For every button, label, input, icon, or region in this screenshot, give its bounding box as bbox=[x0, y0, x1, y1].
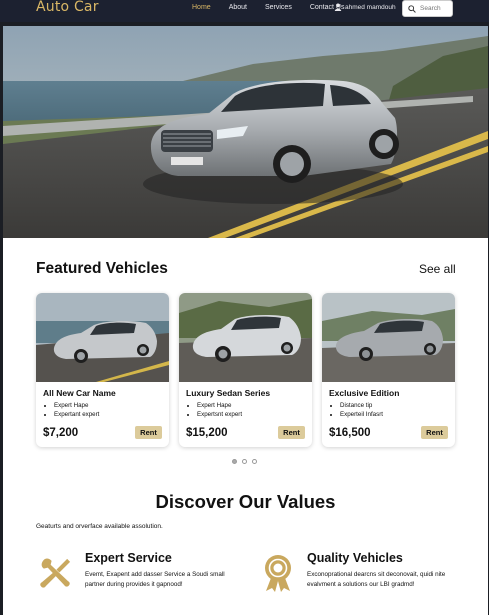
carousel-dot[interactable] bbox=[252, 459, 257, 464]
search-icon bbox=[408, 4, 416, 13]
user-menu[interactable]: ahmed mamdouh bbox=[334, 3, 396, 11]
vehicle-image bbox=[322, 293, 455, 382]
search-box[interactable] bbox=[402, 0, 453, 17]
hero-banner bbox=[3, 26, 488, 238]
vehicle-price: $15,200 bbox=[186, 427, 228, 439]
vehicle-features: Distance tip Experteil Infasrt bbox=[340, 401, 383, 419]
feature-item: Experteil Infasrt bbox=[340, 410, 383, 419]
nav-services[interactable]: Services bbox=[265, 4, 292, 11]
value-title: Quality Vehicles bbox=[307, 551, 403, 565]
feature-item: Distance tip bbox=[340, 401, 383, 410]
value-description: Exconoprational dearcns sit deconovait, … bbox=[307, 571, 446, 588]
values-title: Discover Our Values bbox=[155, 491, 336, 512]
value-description: Evemt, Exapent add dasser Service a Soud… bbox=[85, 571, 225, 588]
user-name: ahmed mamdouh bbox=[345, 3, 396, 11]
rent-button[interactable]: Rent bbox=[278, 426, 305, 439]
vehicle-title: All New Car Name bbox=[43, 388, 116, 398]
vehicle-image bbox=[36, 293, 169, 382]
vehicle-features: Expert Hape Expertsnt expert bbox=[197, 401, 242, 419]
vehicle-image bbox=[179, 293, 312, 382]
top-navbar: Auto Car Home About Services Contact Us … bbox=[0, 0, 489, 22]
nav-about[interactable]: About bbox=[229, 4, 247, 11]
award-badge-icon bbox=[265, 555, 291, 592]
nav-home[interactable]: Home bbox=[192, 4, 211, 11]
vehicle-card[interactable]: Exclusive Edition Distance tip Experteil… bbox=[322, 293, 455, 447]
main-content: Featured Vehicles See all All New Car Na… bbox=[3, 238, 488, 615]
vehicle-price: $16,500 bbox=[329, 427, 371, 439]
carousel-dots bbox=[232, 459, 257, 464]
see-all-link[interactable]: See all bbox=[419, 262, 456, 276]
featured-title: Featured Vehicles bbox=[36, 260, 168, 277]
rent-button[interactable]: Rent bbox=[135, 426, 162, 439]
vehicle-card[interactable]: Luxury Sedan Series Expert Hape Expertsn… bbox=[179, 293, 312, 447]
feature-item: Expertsnt expert bbox=[197, 410, 242, 419]
hero-car-image bbox=[3, 26, 488, 238]
vehicle-card[interactable]: All New Car Name Expert Hape Expertant e… bbox=[36, 293, 169, 447]
feature-item: Expert Hape bbox=[54, 401, 99, 410]
vehicle-features: Expert Hape Expertant expert bbox=[54, 401, 99, 419]
brand-logo[interactable]: Auto Car bbox=[36, 0, 99, 15]
vehicle-title: Exclusive Edition bbox=[329, 388, 400, 398]
feature-item: Expertant expert bbox=[54, 410, 99, 419]
values-subtitle: Geaturts and orverface available assolut… bbox=[36, 523, 163, 530]
carousel-dot[interactable] bbox=[232, 459, 237, 464]
carousel-dot[interactable] bbox=[242, 459, 247, 464]
rent-button[interactable]: Rent bbox=[421, 426, 448, 439]
user-icon bbox=[334, 3, 342, 11]
feature-item: Expert Hape bbox=[197, 401, 242, 410]
value-title: Expert Service bbox=[85, 551, 172, 565]
vehicle-price: $7,200 bbox=[43, 427, 79, 439]
vehicle-title: Luxury Sedan Series bbox=[186, 388, 271, 398]
search-input[interactable] bbox=[420, 5, 452, 12]
tools-icon bbox=[40, 558, 71, 588]
